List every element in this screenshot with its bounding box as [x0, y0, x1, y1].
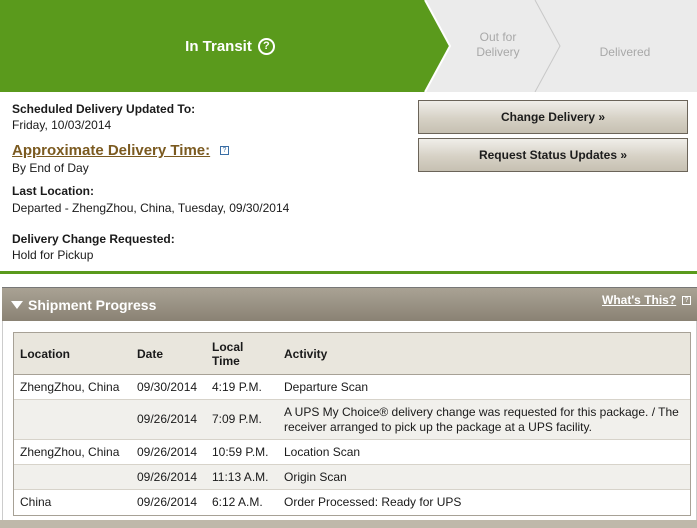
- cell-time: 6:12 A.M.: [212, 495, 263, 509]
- approximate-delivery-value: By End of Day: [12, 161, 89, 175]
- cell-time: 4:19 P.M.: [212, 379, 262, 394]
- header-time-line2: Time: [212, 353, 240, 368]
- cell-location: ZhengZhou, China: [20, 379, 120, 394]
- cell-activity: Departure Scan: [284, 379, 369, 394]
- collapse-triangle-icon[interactable]: [11, 301, 23, 309]
- table-row: 09/26/2014 7:09 P.M. A UPS My Choice® de…: [14, 400, 690, 440]
- cell-time: 7:09 P.M.: [212, 412, 262, 426]
- shipment-progress-header[interactable]: Shipment Progress What's This? ?: [2, 287, 697, 321]
- step-in-transit-label: In Transit: [185, 37, 252, 55]
- help-circle-icon[interactable]: ?: [257, 37, 275, 55]
- delivery-progress-tracker: In Transit ? Out for Delivery Delivered: [0, 0, 697, 92]
- cell-activity: Location Scan: [284, 444, 361, 459]
- table-header: Location Date Local Time Activity: [14, 333, 690, 375]
- shipment-progress-table: Location Date Local Time Activity ZhengZ…: [13, 332, 691, 516]
- cell-date: 09/26/2014: [137, 495, 198, 509]
- delivery-change-value: Hold for Pickup: [12, 248, 94, 262]
- help-icon[interactable]: ?: [220, 146, 229, 155]
- scheduled-delivery-value: Friday, 10/03/2014: [12, 118, 112, 132]
- step-in-transit: In Transit ?: [150, 34, 310, 58]
- shipment-progress-body: Location Date Local Time Activity ZhengZ…: [2, 321, 697, 521]
- step-delivered: Delivered: [599, 45, 651, 59]
- table-row: ZhengZhou, China 09/30/2014 4:19 P.M. De…: [14, 375, 690, 400]
- delivery-details: Scheduled Delivery Updated To: Friday, 1…: [0, 92, 697, 274]
- header-time-line1: Local: [212, 339, 244, 354]
- table-row: China 09/26/2014 6:12 A.M. Order Process…: [14, 490, 690, 515]
- whats-this-link[interactable]: What's This?: [602, 293, 676, 307]
- cell-time: 11:13 A.M.: [212, 469, 269, 484]
- cell-time: 10:59 P.M.: [212, 444, 269, 459]
- cell-location: China: [20, 495, 52, 509]
- header-date: Date: [137, 346, 164, 361]
- cell-date: 09/30/2014: [137, 379, 198, 394]
- cell-date: 09/26/2014: [137, 444, 198, 459]
- cell-date: 09/26/2014: [137, 469, 198, 484]
- bottom-divider: [0, 520, 697, 528]
- delivery-change-label: Delivery Change Requested:: [12, 232, 175, 246]
- request-status-updates-button[interactable]: Request Status Updates »: [418, 138, 688, 172]
- shipment-progress-title: Shipment Progress: [28, 297, 157, 313]
- cell-activity: A UPS My Choice® delivery change was req…: [284, 404, 679, 434]
- header-activity: Activity: [284, 346, 328, 361]
- table-row: 09/26/2014 11:13 A.M. Origin Scan: [14, 465, 690, 490]
- last-location-value: Departed - ZhengZhou, China, Tuesday, 09…: [12, 201, 290, 215]
- step-out-line1: Out for: [479, 30, 517, 44]
- cell-activity: Origin Scan: [284, 469, 347, 484]
- approximate-delivery-time-link[interactable]: Approximate Delivery Time:: [12, 142, 210, 159]
- cell-activity: Order Processed: Ready for UPS: [284, 495, 462, 509]
- last-location-label: Last Location:: [12, 184, 95, 198]
- scheduled-delivery-label: Scheduled Delivery Updated To:: [12, 102, 196, 116]
- cell-location: ZhengZhou, China: [20, 444, 120, 459]
- change-delivery-button[interactable]: Change Delivery »: [418, 100, 688, 134]
- header-location: Location: [20, 346, 70, 361]
- header-local-time: Local Time: [206, 340, 278, 368]
- cell-date: 09/26/2014: [137, 412, 198, 426]
- table-row: ZhengZhou, China 09/26/2014 10:59 P.M. L…: [14, 440, 690, 465]
- help-icon[interactable]: ?: [682, 296, 691, 305]
- step-out-line2: Delivery: [476, 45, 520, 59]
- step-out-for-delivery: Out for Delivery: [458, 30, 538, 60]
